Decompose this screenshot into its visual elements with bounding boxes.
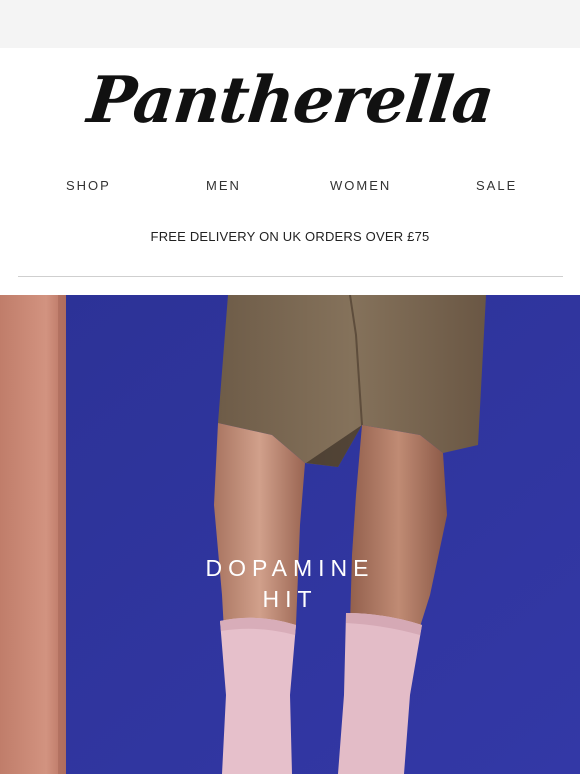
main-nav: SHOP MEN WOMEN SALE <box>0 178 580 202</box>
nav-item-sale[interactable]: SALE <box>476 178 517 193</box>
pink-pillar <box>0 295 66 774</box>
hero-heading-line2: HIT <box>262 586 318 612</box>
nav-item-women[interactable]: WOMEN <box>330 178 391 193</box>
nav-item-shop[interactable]: SHOP <box>66 178 111 193</box>
hero-image <box>0 295 580 774</box>
nav-item-men[interactable]: MEN <box>206 178 241 193</box>
brand-logo[interactable]: Pantherella <box>0 56 580 146</box>
brand-logo-text: Pantherella <box>83 63 497 138</box>
promo-banner: FREE DELIVERY ON UK ORDERS OVER £75 <box>150 229 430 244</box>
left-sock <box>220 617 296 774</box>
hero-heading-line1: DOPAMINE <box>205 555 375 581</box>
hero-image-link[interactable]: DOPAMINE HIT <box>0 295 580 774</box>
divider <box>18 276 563 277</box>
email-body: Pantherella SHOP MEN WOMEN SALE FREE DEL… <box>0 48 580 774</box>
preheader-band <box>0 0 580 48</box>
hero-heading: DOPAMINE HIT <box>0 553 580 615</box>
